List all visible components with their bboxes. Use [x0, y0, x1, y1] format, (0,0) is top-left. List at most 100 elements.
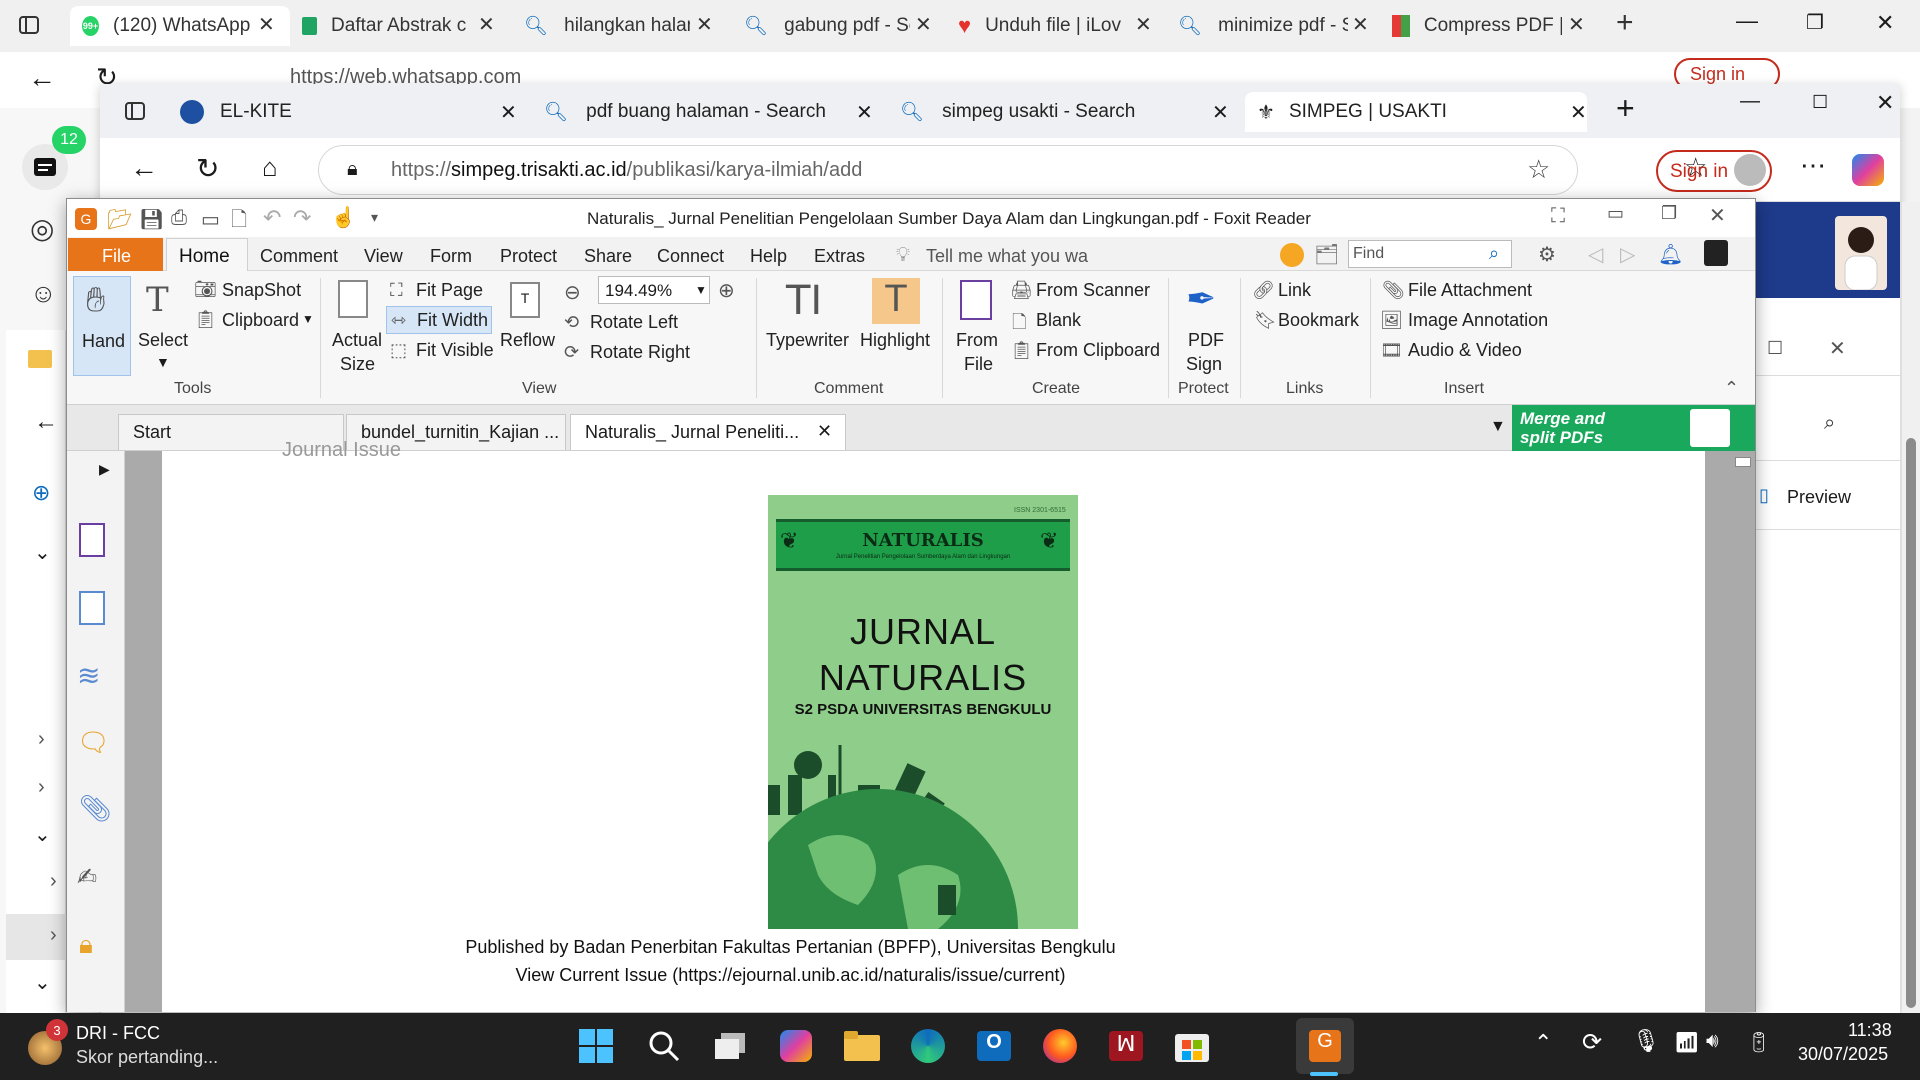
- merge-split-promo[interactable]: Merge and split PDFs: [1512, 405, 1755, 451]
- lock-icon[interactable]: 🔒︎: [347, 158, 358, 181]
- folder-icon[interactable]: [28, 350, 52, 368]
- close-tab-icon[interactable]: ✕: [1568, 12, 1585, 37]
- inner-tab-pdf-buang[interactable]: 🔍︎ pdf buang halaman - Search: [544, 92, 884, 132]
- search-icon[interactable]: ⌕: [1824, 412, 1835, 435]
- doc-tab-naturalis[interactable]: Naturalis_ Jurnal Peneliti... ✕: [570, 414, 846, 450]
- inner-tab-simpeg-search[interactable]: 🔍︎ simpeg usakti - Search: [900, 92, 1240, 132]
- status-icon[interactable]: ◎: [30, 212, 54, 245]
- star-icon[interactable]: ☆: [1527, 154, 1550, 185]
- attachments-icon[interactable]: 📎︎: [79, 793, 112, 824]
- save-icon[interactable]: 💾︎: [139, 207, 164, 232]
- preview-tab[interactable]: ▯ Preview: [1755, 460, 1900, 530]
- maximize-icon[interactable]: ☐: [1812, 92, 1828, 113]
- chevron-up-icon[interactable]: ⌃: [1534, 1030, 1552, 1056]
- undo-icon[interactable]: ↶: [263, 205, 281, 231]
- open-icon[interactable]: 📂︎: [107, 207, 132, 232]
- find-options-icon[interactable]: 🗂︎: [1314, 242, 1339, 267]
- prev-icon[interactable]: ◁: [1588, 242, 1603, 267]
- reflow-button[interactable]: T Reflow: [498, 278, 556, 378]
- wifi-icon[interactable]: 📶︎: [1674, 1030, 1699, 1055]
- account-icon[interactable]: [1704, 240, 1728, 266]
- close-window-icon[interactable]: ✕: [1876, 90, 1894, 116]
- typewriter-button[interactable]: TI Typewriter: [764, 278, 854, 378]
- fit-width-button[interactable]: ⇿ Fit Width: [386, 306, 492, 334]
- menu-extras[interactable]: Extras: [814, 246, 865, 267]
- menu-form[interactable]: Form: [430, 246, 472, 267]
- fit-page-button[interactable]: ⛶ Fit Page: [390, 278, 498, 304]
- battery-icon[interactable]: 🔋︎: [1746, 1030, 1771, 1055]
- image-annotation-button[interactable]: 🖼︎ Image Annotation: [1380, 308, 1570, 334]
- signatures-icon[interactable]: ✍︎: [77, 863, 97, 892]
- file-menu[interactable]: File: [68, 238, 163, 271]
- chevron-right-icon[interactable]: ›: [38, 776, 45, 799]
- bookmark-button[interactable]: 🔖︎ Bookmark: [1252, 308, 1372, 334]
- start-windows-icon[interactable]: [574, 1024, 618, 1068]
- link-button[interactable]: 🔗︎ Link: [1252, 278, 1352, 304]
- zoom-in-icon[interactable]: ⊕: [718, 278, 735, 303]
- scrollbar-thumb[interactable]: [1906, 438, 1916, 1008]
- outer-tab-gabung[interactable]: 🔍︎ gabung pdf - Se: [740, 6, 910, 46]
- chevron-right-icon[interactable]: ›: [38, 728, 45, 751]
- inner-tab-el-kite[interactable]: EL-KITE: [180, 92, 530, 132]
- settings-icon[interactable]: ⚙: [1538, 242, 1556, 267]
- zoom-out-icon[interactable]: ⊖: [564, 280, 581, 305]
- more-icon[interactable]: ⋯: [1800, 150, 1826, 181]
- back-icon[interactable]: ←: [130, 152, 158, 184]
- search-icon[interactable]: [642, 1024, 686, 1068]
- tab-actions-icon[interactable]: [124, 100, 146, 122]
- pages-icon[interactable]: [79, 591, 105, 625]
- firefox-icon[interactable]: [1038, 1024, 1082, 1068]
- tell-me-input[interactable]: Tell me what you wa: [926, 246, 1088, 267]
- close-tab-icon[interactable]: ✕: [1570, 100, 1587, 125]
- from-file-button[interactable]: From File: [950, 278, 1004, 378]
- outer-tab-minimize[interactable]: 🔍︎ minimize pdf - S: [1178, 6, 1348, 46]
- edge-icon[interactable]: [906, 1024, 950, 1068]
- collapse-ribbon-icon[interactable]: ⌃: [1724, 378, 1739, 399]
- selected-row[interactable]: ›: [6, 914, 66, 960]
- channels-icon[interactable]: ☺: [30, 278, 57, 309]
- new-doc-icon[interactable]: 🗋: [231, 205, 247, 239]
- inner-tab-simpeg-usakti[interactable]: ⚜ SIMPEG | USAKTI: [1245, 92, 1587, 132]
- close-icon[interactable]: ✕: [1709, 203, 1726, 228]
- bell-icon[interactable]: 🔔︎: [1658, 242, 1683, 267]
- close-tab-icon[interactable]: ✕: [500, 100, 517, 125]
- outer-tab-daftar-abstrak[interactable]: Daftar Abstrak c: [298, 6, 478, 46]
- next-icon[interactable]: ▷: [1620, 242, 1635, 267]
- menu-home[interactable]: Home: [166, 238, 248, 272]
- outer-tab-ilovepdf[interactable]: ♥ Unduh file | iLov: [958, 6, 1128, 46]
- close-tab-icon[interactable]: ✕: [478, 12, 495, 37]
- chevron-right-icon[interactable]: ›: [50, 870, 57, 893]
- minimize-icon[interactable]: —: [1736, 8, 1758, 34]
- close-icon[interactable]: ✕: [1829, 336, 1846, 361]
- task-view-icon[interactable]: [708, 1024, 752, 1068]
- maximize-icon[interactable]: ☐: [1767, 338, 1783, 359]
- outer-tab-compress[interactable]: Compress PDF |: [1392, 6, 1562, 46]
- outlook-icon[interactable]: O: [972, 1024, 1016, 1068]
- security-lock-icon[interactable]: 🔒︎: [79, 929, 93, 961]
- blank-button[interactable]: 🗋 Blank: [1010, 308, 1110, 334]
- pdf-sign-button[interactable]: ✒ PDF Sign: [1176, 278, 1236, 378]
- window-icon[interactable]: ▭: [201, 207, 220, 232]
- from-clipboard-button[interactable]: 📋︎ From Clipboard: [1010, 338, 1170, 364]
- outer-tab-hilangkan[interactable]: 🔍︎ hilangkan halam: [520, 6, 690, 46]
- find-field[interactable]: Find ⌕: [1348, 240, 1512, 268]
- minimize-icon[interactable]: ▭: [1607, 203, 1624, 224]
- page-thumbnails-icon[interactable]: [79, 523, 105, 557]
- chevron-down-icon[interactable]: ⌄: [34, 970, 51, 995]
- restore-icon[interactable]: ❐: [1661, 203, 1677, 224]
- copilot-icon[interactable]: [774, 1024, 818, 1068]
- sync-icon[interactable]: ⟳: [1582, 1028, 1602, 1057]
- close-tab-icon[interactable]: ✕: [915, 12, 932, 37]
- add-icon[interactable]: ⊕: [32, 480, 50, 506]
- menu-connect[interactable]: Connect: [657, 246, 724, 267]
- close-tab-icon[interactable]: ✕: [696, 12, 713, 37]
- new-tab-icon[interactable]: +: [1616, 90, 1635, 127]
- close-tab-icon[interactable]: ✕: [1352, 12, 1369, 37]
- close-tab-icon[interactable]: ✕: [1212, 100, 1229, 125]
- clipboard-button[interactable]: 📋︎ Clipboard ▼: [194, 308, 324, 334]
- menu-share[interactable]: Share: [584, 246, 632, 267]
- file-attachment-button[interactable]: 📎︎ File Attachment: [1380, 278, 1560, 304]
- audio-video-button[interactable]: 🎞︎ Audio & Video: [1380, 338, 1560, 364]
- clock-time[interactable]: 11:38: [1848, 1020, 1892, 1041]
- new-tab-icon[interactable]: +: [1616, 6, 1634, 40]
